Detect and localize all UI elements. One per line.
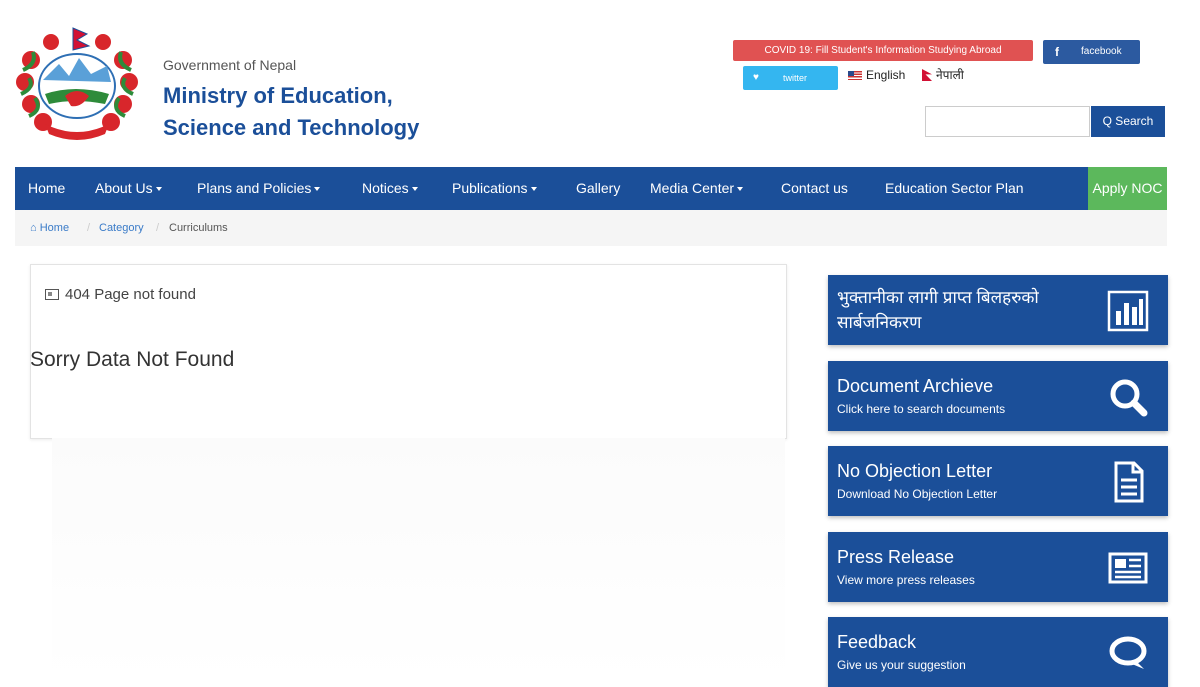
breadcrumb-category[interactable]: Category <box>99 210 144 246</box>
home-icon: ⌂ <box>30 222 37 234</box>
breadcrumb-home-label: Home <box>39 222 70 234</box>
twitter-icon: ♥ <box>753 72 759 83</box>
covid-notice-button[interactable]: COVID 19: Fill Student's Information Stu… <box>733 40 1033 61</box>
chevron-down-icon <box>737 187 744 191</box>
ministry-title-line2: Science and Technology <box>163 115 420 140</box>
card-subtitle: Download No Objection Letter <box>837 487 998 501</box>
nav-media-center[interactable]: Media Center <box>650 167 744 210</box>
nav-publications[interactable]: Publications <box>452 167 537 210</box>
chevron-down-icon <box>155 187 162 191</box>
nav-about-us-label: About Us <box>95 180 153 196</box>
apply-noc-button[interactable]: Apply NOC <box>1088 167 1167 210</box>
breadcrumb-separator: / <box>156 222 160 234</box>
nepal-emblem-logo <box>16 27 138 140</box>
nav-education-sector-plan[interactable]: Education Sector Plan <box>885 167 1024 210</box>
card-subtitle: Give us your suggestion <box>837 658 966 672</box>
newspaper-icon <box>45 289 59 300</box>
search-input[interactable] <box>925 106 1090 137</box>
ministry-title[interactable]: Ministry of Education, Science and Techn… <box>163 80 419 144</box>
search-icon <box>1110 379 1148 417</box>
document-icon <box>1114 461 1144 503</box>
search-button[interactable]: Q Search <box>1091 106 1165 137</box>
document-archive-card[interactable]: Document Archieve Click here to search d… <box>828 361 1168 431</box>
nav-notices[interactable]: Notices <box>362 167 418 210</box>
nav-publications-label: Publications <box>452 180 528 196</box>
facebook-button[interactable]: f facebook <box>1043 40 1140 64</box>
main-navbar: Home About Us Plans and Policies Notices… <box>15 167 1167 210</box>
nav-plans-policies[interactable]: Plans and Policies <box>197 167 321 210</box>
nav-gallery-label: Gallery <box>576 180 621 196</box>
card-title: भुक्तानीका लागी प्राप्त बिलहरुको सार्बजन… <box>837 288 1039 332</box>
nepal-flag-icon <box>922 69 932 81</box>
nav-plans-policies-label: Plans and Policies <box>197 180 312 196</box>
no-objection-letter-card[interactable]: No Objection Letter Download No Objectio… <box>828 446 1168 516</box>
chevron-down-icon <box>530 187 537 191</box>
nav-about-us[interactable]: About Us <box>95 167 162 210</box>
card-title: Document Archieve <box>837 376 994 396</box>
twitter-label: twitter <box>783 73 808 83</box>
nav-contact-us-label: Contact us <box>781 180 848 196</box>
breadcrumb-home[interactable]: ⌂ Home <box>30 210 69 246</box>
ministry-title-line1: Ministry of Education, <box>163 83 393 108</box>
breadcrumb: ⌂ Home / Category / Curriculums <box>15 210 1167 246</box>
language-english-label: English <box>866 68 906 82</box>
government-label: Government of Nepal <box>163 57 297 73</box>
facebook-icon: f <box>1055 45 1059 59</box>
nav-education-sector-plan-label: Education Sector Plan <box>885 180 1024 196</box>
content-area <box>52 438 785 684</box>
no-data-message: Sorry Data Not Found <box>30 348 235 371</box>
nav-media-center-label: Media Center <box>650 180 735 196</box>
nav-contact-us[interactable]: Contact us <box>781 167 848 210</box>
language-nepali-label: नेपाली <box>936 68 964 82</box>
bills-disclosure-card[interactable]: भुक्तानीका लागी प्राप्त बिलहरुको सार्बजन… <box>828 275 1168 345</box>
breadcrumb-current: Curriculums <box>169 222 228 234</box>
nav-home-label: Home <box>28 180 66 196</box>
card-title: No Objection Letter <box>837 461 993 481</box>
chevron-down-icon <box>314 187 321 191</box>
language-nepali-link[interactable]: नेपाली <box>922 68 964 82</box>
us-flag-icon <box>848 71 862 80</box>
breadcrumb-separator: / <box>87 222 91 234</box>
nav-home[interactable]: Home <box>28 167 65 210</box>
newspaper-icon <box>1108 552 1148 584</box>
page: Government of Nepal Ministry of Educatio… <box>0 0 1200 687</box>
chat-bubble-icon <box>1109 636 1147 669</box>
card-subtitle: Click here to search documents <box>837 402 1006 416</box>
card-title: Feedback <box>837 632 917 652</box>
press-release-card[interactable]: Press Release View more press releases <box>828 532 1168 602</box>
emblem-banner <box>45 124 109 140</box>
card-title: Press Release <box>837 547 955 567</box>
page-not-found-label: 404 Page not found <box>65 286 196 303</box>
emblem-flag <box>72 27 91 51</box>
page-not-found-heading: 404 Page not found <box>45 286 196 303</box>
nav-gallery[interactable]: Gallery <box>576 167 620 210</box>
chevron-down-icon <box>411 187 418 191</box>
language-english-link[interactable]: English <box>848 68 905 82</box>
card-subtitle: View more press releases <box>837 573 975 587</box>
bar-chart-icon <box>1107 290 1149 332</box>
twitter-button[interactable]: ♥ twitter <box>743 66 838 90</box>
feedback-card[interactable]: Feedback Give us your suggestion <box>828 617 1168 687</box>
nav-notices-label: Notices <box>362 180 409 196</box>
facebook-label: facebook <box>1081 46 1122 57</box>
